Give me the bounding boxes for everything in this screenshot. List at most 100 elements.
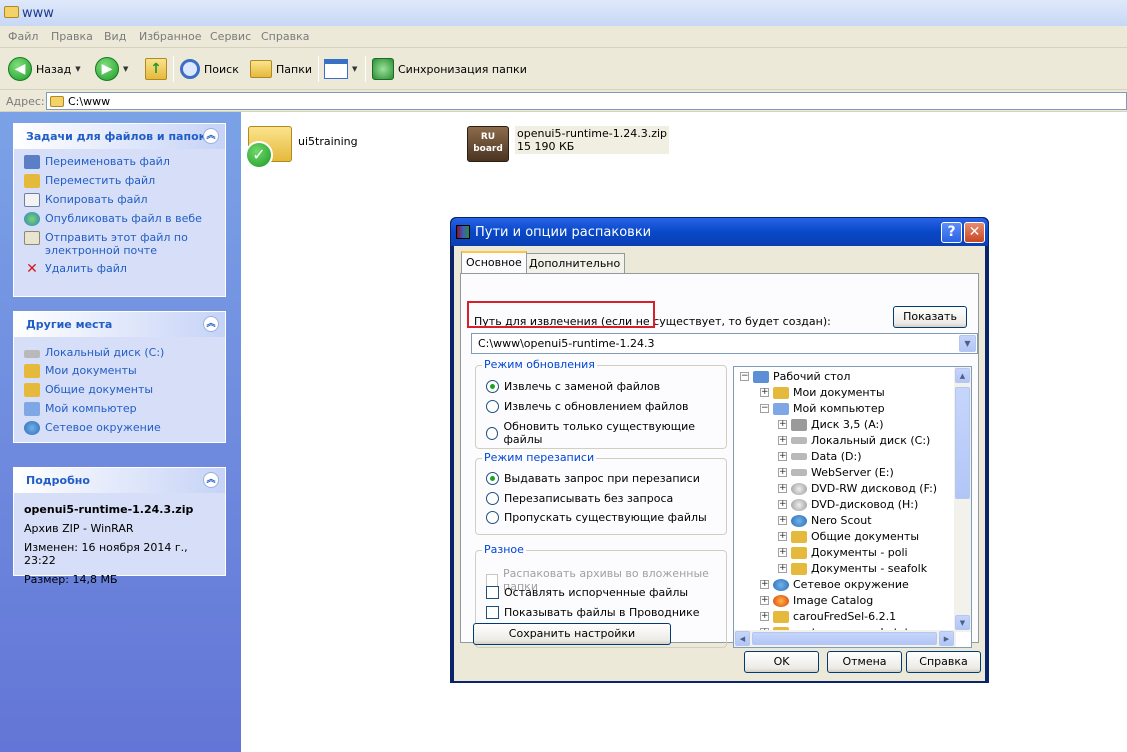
expand-icon[interactable]: +	[778, 516, 787, 525]
radio-button[interactable]	[486, 492, 499, 505]
tree-node[interactable]: − Рабочий стол	[740, 370, 850, 383]
delete-file-link[interactable]: ✕ Удалить файл	[24, 262, 215, 276]
radio-ask-overwrite[interactable]: Выдавать запрос при перезаписи	[486, 472, 700, 485]
shared-documents-link[interactable]: Общие документы	[24, 383, 215, 397]
show-button[interactable]: Показать	[893, 306, 967, 328]
radio-button[interactable]	[486, 400, 499, 413]
radio-button[interactable]	[486, 426, 499, 440]
expand-icon[interactable]: +	[778, 564, 787, 573]
expand-icon[interactable]: +	[778, 484, 787, 493]
close-icon[interactable]: ✕	[964, 222, 985, 243]
radio-button[interactable]	[486, 380, 499, 393]
file-item-folder[interactable]: ✓ ui5training	[245, 126, 358, 169]
tab-advanced[interactable]: Дополнительно	[524, 253, 626, 273]
path-combobox[interactable]: C:\www\openui5-runtime-1.24.3 ▼	[471, 333, 978, 354]
expand-icon[interactable]: +	[778, 420, 787, 429]
chevron-down-icon[interactable]: ▼	[75, 65, 80, 73]
expand-icon[interactable]: +	[760, 388, 769, 397]
other-places-header[interactable]: Другие места ︽	[14, 312, 225, 337]
tree-vertical-scrollbar[interactable]: ▲ ▼	[954, 367, 971, 632]
expand-icon[interactable]: +	[760, 596, 769, 605]
forward-button[interactable]: ▶ ▼	[95, 56, 128, 82]
checkbox-keep-broken[interactable]: Оставлять испорченные файлы	[486, 586, 688, 599]
tree-node[interactable]: + Диск 3,5 (A:)	[778, 418, 884, 431]
collapse-icon[interactable]: ︽	[203, 128, 219, 144]
chevron-down-icon[interactable]: ▼	[959, 335, 976, 352]
menu-favorites[interactable]: Избранное	[139, 30, 201, 43]
help-icon[interactable]: ?	[941, 222, 962, 243]
expand-icon[interactable]: +	[778, 500, 787, 509]
tree-horizontal-scrollbar[interactable]: ◀ ▶	[734, 630, 956, 647]
tree-node[interactable]: − Мой компьютер	[760, 402, 885, 415]
scroll-down-icon[interactable]: ▼	[955, 615, 970, 630]
my-computer-link[interactable]: Мой компьютер	[24, 402, 215, 416]
tree-node[interactable]: + Мои документы	[760, 386, 885, 399]
menu-help[interactable]: Справка	[261, 30, 309, 43]
cancel-button[interactable]: Отмена	[827, 651, 902, 673]
search-button[interactable]: Поиск	[180, 56, 239, 82]
radio-button[interactable]	[486, 511, 499, 524]
expand-icon[interactable]: +	[760, 612, 769, 621]
scroll-thumb[interactable]	[752, 632, 937, 645]
tree-node[interactable]: + Локальный диск (C:)	[778, 434, 930, 447]
email-file-link[interactable]: Отправить этот файл по электронной почте	[24, 231, 215, 257]
help-button[interactable]: Справка	[906, 651, 981, 673]
dialog-titlebar[interactable]: Пути и опции распаковки ? ✕	[451, 218, 988, 246]
copy-file-link[interactable]: Копировать файл	[24, 193, 215, 207]
collapse-icon[interactable]: ︽	[203, 316, 219, 332]
scroll-up-icon[interactable]: ▲	[955, 368, 970, 383]
tree-node[interactable]: + carouFredSel-6.2.1	[760, 610, 896, 623]
tree-node[interactable]: + Data (D:)	[778, 450, 862, 463]
checkbox[interactable]	[486, 586, 499, 599]
tree-node[interactable]: + DVD-RW дисковод (F:)	[778, 482, 937, 495]
expand-icon[interactable]: +	[778, 532, 787, 541]
publish-web-link[interactable]: Опубликовать файл в вебе	[24, 212, 215, 226]
ok-button[interactable]: OK	[744, 651, 819, 673]
sync-folder-button[interactable]: Синхронизация папки	[372, 56, 527, 82]
tree-node[interactable]: + Nero Scout	[778, 514, 872, 527]
tree-node[interactable]: + Сетевое окружение	[760, 578, 909, 591]
collapse-icon[interactable]: ︽	[203, 472, 219, 488]
checkbox[interactable]	[486, 606, 499, 619]
folder-tree[interactable]: − Рабочий стол + Мои документы − Мой компью…	[733, 366, 972, 648]
network-places-link[interactable]: Сетевое окружение	[24, 421, 215, 435]
scroll-left-icon[interactable]: ◀	[735, 631, 750, 646]
rename-file-link[interactable]: Переименовать файл	[24, 155, 215, 169]
menu-tools[interactable]: Сервис	[210, 30, 251, 43]
radio-extract-replace[interactable]: Извлечь с заменой файлов	[486, 380, 660, 393]
file-item-archive[interactable]: RU board openui5-runtime-1.24.3.zip 15 1…	[467, 126, 670, 162]
menu-file[interactable]: Файл	[8, 30, 38, 43]
folders-button[interactable]: Папки	[250, 56, 312, 82]
tree-node[interactable]: + Image Catalog	[760, 594, 873, 607]
expand-icon[interactable]: +	[778, 436, 787, 445]
chevron-down-icon[interactable]: ▼	[123, 65, 128, 73]
views-button[interactable]: ▼	[324, 56, 357, 82]
expand-icon[interactable]: +	[778, 452, 787, 461]
my-documents-link[interactable]: Мои документы	[24, 364, 215, 378]
address-input[interactable]: C:\www	[46, 92, 1127, 110]
radio-update-existing[interactable]: Обновить только существующие файлы	[486, 420, 726, 446]
radio-button[interactable]	[486, 472, 499, 485]
back-button[interactable]: ◀ Назад ▼	[8, 56, 81, 82]
expand-icon[interactable]: +	[778, 468, 787, 477]
radio-overwrite-silent[interactable]: Перезаписывать без запроса	[486, 492, 673, 505]
up-folder-button[interactable]: ↑	[145, 56, 167, 82]
collapse-icon[interactable]: −	[740, 372, 749, 381]
radio-extract-update[interactable]: Извлечь с обновлением файлов	[486, 400, 689, 413]
scroll-right-icon[interactable]: ▶	[939, 631, 954, 646]
expand-icon[interactable]: +	[760, 580, 769, 589]
tree-node[interactable]: + Документы - poli	[778, 546, 908, 559]
chevron-down-icon[interactable]: ▼	[352, 65, 357, 73]
menu-edit[interactable]: Правка	[51, 30, 93, 43]
radio-skip-existing[interactable]: Пропускать существующие файлы	[486, 511, 707, 524]
menu-view[interactable]: Вид	[104, 30, 126, 43]
tree-node[interactable]: + DVD-дисковод (H:)	[778, 498, 918, 511]
checkbox-show-in-explorer[interactable]: Показывать файлы в Проводнике	[486, 606, 700, 619]
collapse-icon[interactable]: −	[760, 404, 769, 413]
tab-general[interactable]: Основное	[461, 251, 527, 273]
tree-node[interactable]: + WebServer (E:)	[778, 466, 894, 479]
details-header[interactable]: Подробно ︽	[14, 468, 225, 493]
local-disk-link[interactable]: Локальный диск (C:)	[24, 346, 215, 359]
save-settings-button[interactable]: Сохранить настройки	[473, 623, 671, 645]
tree-node[interactable]: + Документы - seafolk	[778, 562, 927, 575]
